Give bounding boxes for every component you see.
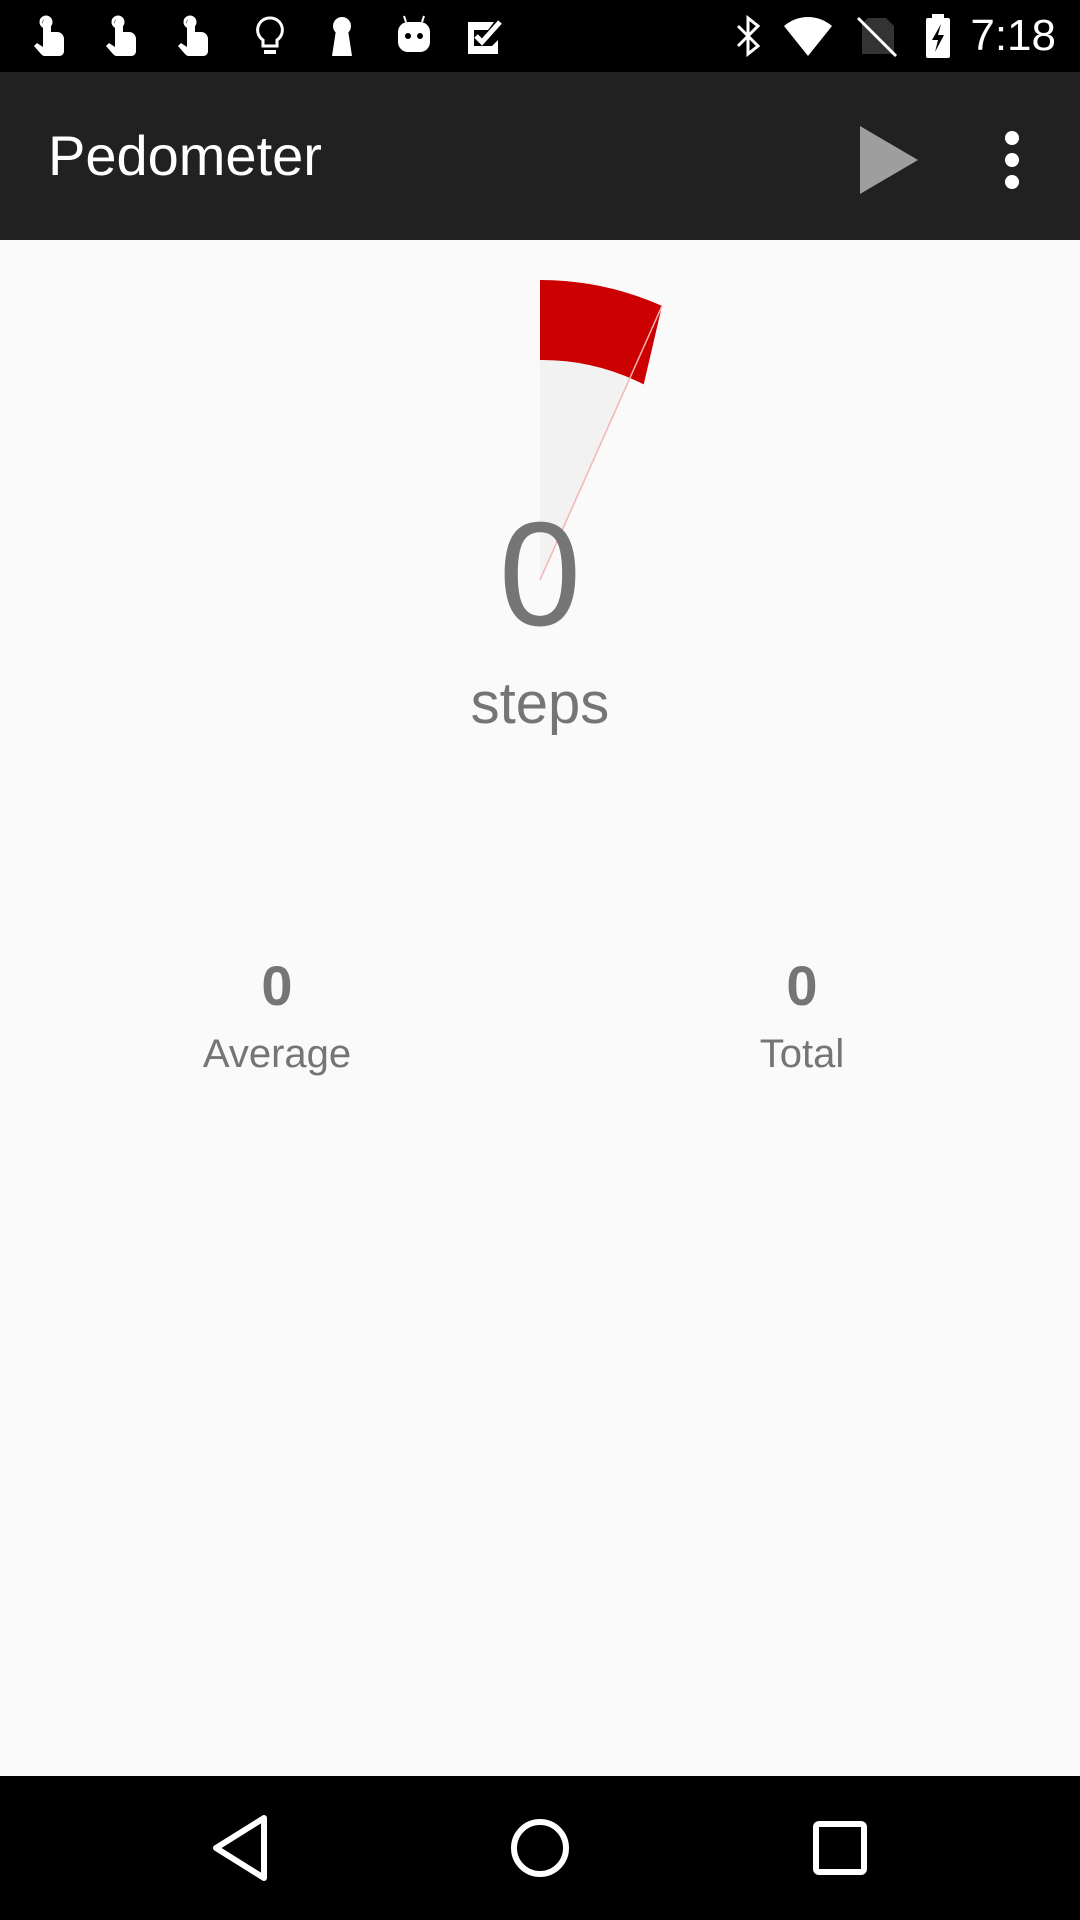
average-stat: 0 Average (127, 950, 427, 1086)
no-sim-icon (856, 16, 898, 58)
wifi-icon (784, 17, 832, 56)
more-vert-icon[interactable] (976, 112, 1048, 208)
bluetooth-icon (736, 14, 761, 58)
status-bar: 7:18 (0, 0, 1080, 72)
navigation-bar (0, 1776, 1080, 1920)
average-value: 0 (261, 954, 293, 1017)
touch-icon (106, 15, 136, 56)
app-title: Pedometer (48, 124, 322, 187)
app-toolbar: Pedometer (0, 72, 1080, 240)
average-label: Average (202, 1032, 352, 1076)
home-icon[interactable] (492, 1800, 588, 1896)
total-stat: 0 Total (652, 950, 952, 1086)
checkbox-icon (468, 20, 502, 54)
battery-charging-icon (926, 14, 950, 58)
touch-icon (34, 15, 64, 56)
play-icon[interactable] (840, 112, 936, 208)
touch-icon (178, 15, 208, 56)
back-icon[interactable] (192, 1800, 288, 1896)
total-value: 0 (786, 954, 818, 1017)
keyhole-icon (332, 17, 352, 56)
pedometer-screen: 7:18 Pedometer 0 steps 0 Average 0 Total (0, 0, 1080, 1920)
android-icon (398, 15, 430, 52)
status-time: 7:18 (970, 11, 1056, 60)
steps-count: 0 (498, 492, 582, 657)
total-label: Total (759, 1032, 845, 1076)
lightbulb-icon (256, 16, 284, 54)
steps-label: steps (470, 671, 610, 736)
recents-icon[interactable] (792, 1800, 888, 1896)
